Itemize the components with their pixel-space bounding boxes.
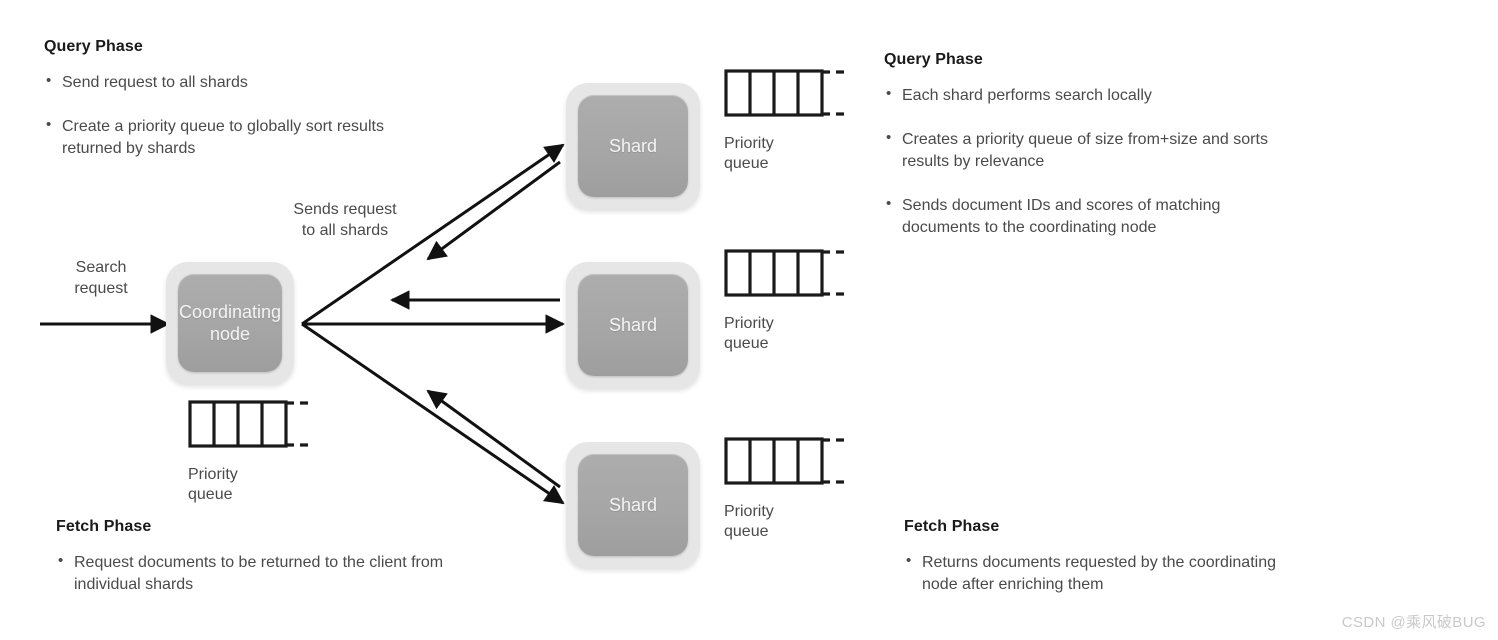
priority-queue-shard-3-label: Priority queue — [724, 503, 774, 540]
priority-queue-glyph — [724, 437, 850, 485]
priority-queue-glyph — [724, 69, 850, 117]
list-item: Create a priority queue to globally sort… — [44, 115, 424, 160]
list-item: Returns documents requested by the coord… — [904, 551, 1304, 596]
arrow-to-shard-3 — [301, 322, 565, 505]
left-fetch-phase-bullets: Request documents to be returned to the … — [56, 551, 466, 596]
diagram-canvas: Query Phase Send request to all shards C… — [0, 0, 1498, 640]
shard-node-3[interactable]: Shard — [566, 442, 700, 568]
arrow-from-shard-3 — [426, 389, 561, 489]
shard-node-2-label: Shard — [578, 274, 688, 376]
list-item: Send request to all shards — [44, 71, 424, 94]
left-query-phase-bullets: Send request to all shards Create a prio… — [44, 71, 424, 160]
coordinating-node-label: Coordinating node — [178, 274, 282, 372]
sends-request-label: Sends request to all shards — [293, 201, 397, 239]
priority-queue-glyph — [188, 400, 314, 448]
left-query-phase-title: Query Phase — [44, 38, 143, 55]
right-query-phase-block: Query Phase Each shard performs search l… — [884, 51, 1284, 239]
priority-queue-shard-2-label: Priority queue — [724, 315, 774, 352]
right-query-phase-bullets: Each shard performs search locally Creat… — [884, 84, 1284, 239]
shard-node-3-label: Shard — [578, 454, 688, 556]
list-item: Each shard performs search locally — [884, 84, 1284, 107]
right-fetch-phase-bullets: Returns documents requested by the coord… — [904, 551, 1304, 596]
priority-queue-shard-2: Priority queue — [724, 248, 854, 354]
left-query-phase-block: Query Phase Send request to all shards C… — [44, 38, 424, 160]
list-item: Request documents to be returned to the … — [56, 551, 466, 596]
priority-queue-shard-3: Priority queue — [724, 436, 854, 542]
list-item: Creates a priority queue of size from+si… — [884, 128, 1284, 173]
shard-node-2[interactable]: Shard — [566, 262, 700, 388]
priority-queue-coordinating: Priority queue — [188, 399, 318, 505]
left-fetch-phase-title: Fetch Phase — [56, 518, 152, 535]
coordinating-node[interactable]: Coordinating node — [166, 262, 294, 384]
right-fetch-phase-block: Fetch Phase Returns documents requested … — [904, 518, 1304, 596]
right-query-phase-title: Query Phase — [884, 51, 983, 68]
csdn-watermark: CSDN @乘风破BUG — [1341, 614, 1486, 631]
left-fetch-phase-block: Fetch Phase Request documents to be retu… — [56, 518, 466, 596]
priority-queue-glyph — [724, 249, 850, 297]
shard-node-1[interactable]: Shard — [566, 83, 700, 209]
list-item: Sends document IDs and scores of matchin… — [884, 194, 1284, 239]
search-request-label: Search request — [74, 259, 128, 297]
priority-queue-shard-1-label: Priority queue — [724, 135, 774, 172]
right-fetch-phase-title: Fetch Phase — [904, 518, 1000, 535]
arrow-from-shard-1 — [426, 160, 561, 261]
shard-node-1-label: Shard — [578, 95, 688, 197]
priority-queue-coordinating-label: Priority queue — [188, 466, 238, 503]
priority-queue-shard-1: Priority queue — [724, 68, 854, 174]
